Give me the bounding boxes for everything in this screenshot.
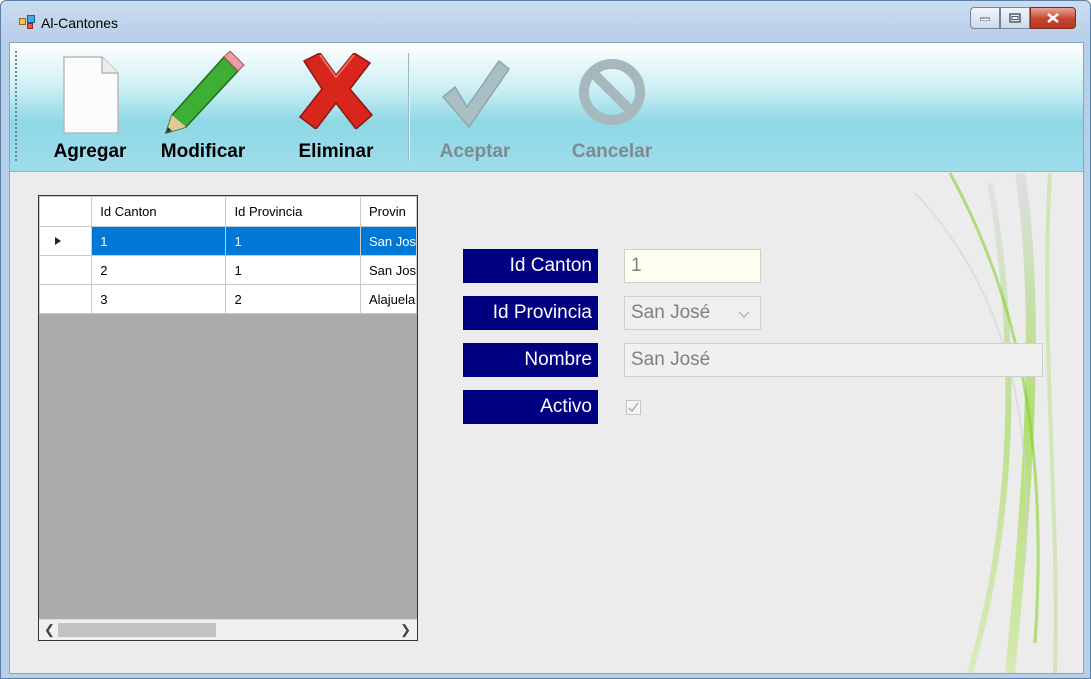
cell-id-provincia[interactable]: 1 bbox=[225, 226, 361, 256]
current-row-arrow-icon bbox=[55, 236, 61, 245]
activo-label: Activo bbox=[463, 390, 598, 424]
cell-id-canton[interactable]: 3 bbox=[91, 284, 227, 314]
id-canton-field[interactable]: 1 bbox=[624, 249, 761, 283]
minimize-icon bbox=[980, 17, 990, 21]
column-header-provincia[interactable]: Provin bbox=[360, 196, 417, 227]
cell-id-provincia[interactable]: 2 bbox=[225, 284, 361, 314]
id-provincia-combobox[interactable]: San José bbox=[624, 296, 761, 330]
table-row[interactable]: 2 1 San Jos bbox=[39, 255, 417, 285]
checkmark-icon bbox=[441, 59, 511, 129]
prohibited-icon bbox=[579, 59, 645, 125]
scrollbar-thumb[interactable] bbox=[58, 623, 216, 637]
window-title: Al-Cantones bbox=[41, 15, 119, 31]
new-document-icon bbox=[63, 56, 119, 134]
modificar-button[interactable]: Modificar bbox=[148, 49, 258, 165]
toolbar-separator bbox=[408, 53, 410, 161]
aceptar-button[interactable]: Aceptar bbox=[430, 49, 520, 165]
table-row[interactable]: 3 2 Alajuela bbox=[39, 284, 417, 314]
column-header-id-canton[interactable]: Id Canton bbox=[91, 196, 227, 227]
checkmark-small-icon bbox=[628, 402, 639, 412]
horizontal-scrollbar[interactable]: ❮ ❯ bbox=[39, 619, 417, 640]
app-window: Al-Cantones Agregar Modificar Eliminar A… bbox=[0, 0, 1091, 679]
id-provincia-label: Id Provincia bbox=[463, 296, 598, 330]
app-icon bbox=[19, 15, 35, 29]
row-header-current[interactable] bbox=[39, 226, 93, 256]
cell-id-canton[interactable]: 1 bbox=[91, 226, 227, 256]
cell-provincia[interactable]: Alajuela bbox=[360, 284, 417, 314]
scroll-left-icon[interactable]: ❮ bbox=[44, 622, 55, 638]
activo-checkbox[interactable] bbox=[626, 400, 641, 415]
close-button[interactable] bbox=[1030, 7, 1076, 29]
title-bar[interactable]: Al-Cantones bbox=[1, 1, 1090, 43]
chevron-down-icon[interactable] bbox=[738, 311, 750, 319]
cell-provincia[interactable]: San Jos bbox=[360, 226, 417, 256]
window-controls bbox=[970, 7, 1076, 29]
id-canton-label: Id Canton bbox=[463, 249, 598, 283]
scroll-right-icon[interactable]: ❯ bbox=[400, 622, 411, 638]
agregar-label: Agregar bbox=[53, 141, 127, 162]
pencil-icon bbox=[164, 51, 245, 135]
cell-provincia[interactable]: San Jos bbox=[360, 255, 417, 285]
restore-icon bbox=[1009, 13, 1021, 23]
close-icon bbox=[1047, 13, 1059, 23]
table-row[interactable]: 1 1 San Jos bbox=[39, 226, 417, 256]
row-header[interactable] bbox=[39, 284, 93, 314]
cancelar-label: Cancelar bbox=[571, 141, 653, 162]
toolbar: Agregar Modificar Eliminar Aceptar Cance… bbox=[10, 43, 1083, 172]
grid-header-row: Id Canton Id Provincia Provin bbox=[39, 196, 417, 227]
row-header[interactable] bbox=[39, 255, 93, 285]
aceptar-label: Aceptar bbox=[439, 141, 511, 162]
toolbar-grip[interactable] bbox=[15, 51, 19, 161]
nombre-label: Nombre bbox=[463, 343, 598, 377]
eliminar-button[interactable]: Eliminar bbox=[286, 49, 386, 165]
client-area: Agregar Modificar Eliminar Aceptar Cance… bbox=[9, 42, 1084, 674]
nombre-field[interactable]: San José bbox=[624, 343, 1043, 377]
cell-id-provincia[interactable]: 1 bbox=[225, 255, 361, 285]
modificar-label: Modificar bbox=[160, 141, 246, 162]
maximize-button[interactable] bbox=[1000, 7, 1030, 29]
cantones-grid[interactable]: Id Canton Id Provincia Provin 1 1 San Jo… bbox=[38, 195, 418, 641]
cancelar-button[interactable]: Cancelar bbox=[562, 49, 662, 165]
row-header-corner bbox=[39, 196, 93, 227]
cell-id-canton[interactable]: 2 bbox=[91, 255, 227, 285]
minimize-button[interactable] bbox=[970, 7, 1000, 29]
column-header-id-provincia[interactable]: Id Provincia bbox=[225, 196, 361, 227]
id-provincia-selected-value: San José bbox=[631, 302, 711, 323]
red-x-icon bbox=[298, 53, 374, 129]
grid-table: Id Canton Id Provincia Provin 1 1 San Jo… bbox=[39, 196, 417, 314]
eliminar-label: Eliminar bbox=[298, 141, 374, 162]
agregar-button[interactable]: Agregar bbox=[38, 49, 142, 165]
